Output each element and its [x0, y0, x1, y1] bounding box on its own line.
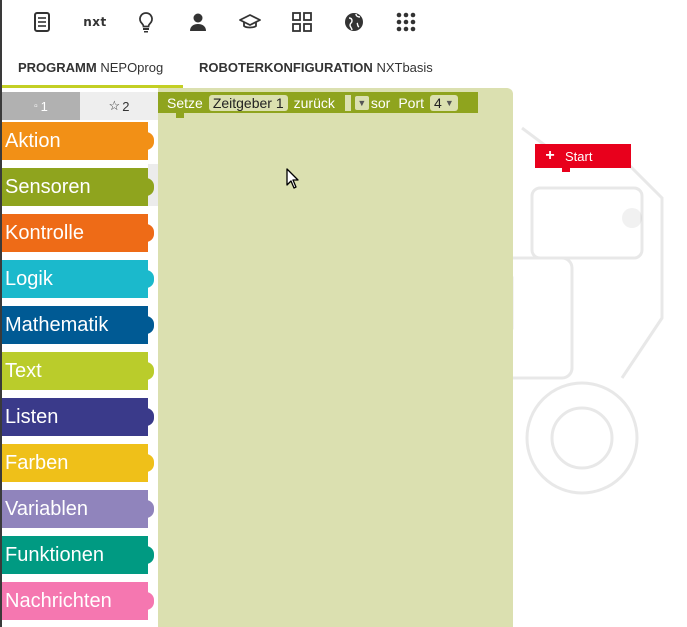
globe-icon[interactable]	[340, 8, 368, 36]
chevron-down-icon: ▼	[444, 97, 454, 108]
category-toolbox: ▫ 1 ☆ 2 Aktion Sensoren Kontrolle Logik	[2, 88, 158, 627]
category-label: Text	[5, 360, 42, 382]
nxt-robot-label: nxt	[83, 15, 107, 29]
tab-program-name: NEPOprog	[100, 60, 164, 75]
blockly-workspace[interactable]: ▫ 1 ☆ 2 Aktion Sensoren Kontrolle Logik	[2, 88, 687, 627]
grid-icon[interactable]	[288, 8, 316, 36]
lightbulb-icon[interactable]	[132, 8, 160, 36]
level-2-tab[interactable]: ☆ 2	[80, 92, 158, 120]
port-value: 4	[434, 94, 442, 111]
category-notch	[142, 592, 154, 610]
category-label: Funktionen	[5, 544, 104, 566]
start-label: Start	[565, 148, 593, 164]
block-flyout	[158, 88, 513, 627]
port-dropdown[interactable]: 4 ▼	[430, 94, 458, 111]
tab-program[interactable]: PROGRAMM NEPOprog	[18, 60, 163, 88]
category-aktion[interactable]: Aktion	[2, 122, 154, 160]
category-label: Logik	[5, 268, 53, 290]
category-variablen[interactable]: Variablen	[2, 490, 154, 528]
top-toolbar: nxt	[2, 0, 687, 44]
category-notch	[142, 408, 154, 426]
category-text[interactable]: Text	[2, 352, 154, 390]
nxt-icon[interactable]: nxt	[80, 8, 110, 36]
editor-tabs: PROGRAMM NEPOprog ROBOTERKONFIGURATION N…	[2, 50, 687, 88]
category-notch	[142, 454, 154, 472]
block-connector	[176, 112, 184, 118]
tab-robot-configuration[interactable]: ROBOTERKONFIGURATION NXTbasis	[199, 60, 433, 88]
document-icon[interactable]	[28, 8, 56, 36]
category-funktionen[interactable]: Funktionen	[2, 536, 154, 574]
block-sensor-label: sor	[370, 94, 391, 111]
category-mathematik[interactable]: Mathematik	[2, 306, 154, 344]
category-label: Farben	[5, 452, 69, 474]
user-icon[interactable]	[184, 8, 212, 36]
level-1-tab[interactable]: ▫ 1	[2, 92, 80, 120]
square-icon: ▫	[34, 100, 38, 112]
category-listen[interactable]: Listen	[2, 398, 154, 436]
category-label: Nachrichten	[5, 590, 112, 612]
category-notch	[142, 224, 154, 242]
tab-config-name: NXTbasis	[376, 60, 433, 75]
category-label: Mathematik	[5, 314, 109, 336]
block-zurueck-label: zurück	[293, 94, 335, 111]
category-notch	[142, 270, 154, 288]
category-nachrichten[interactable]: Nachrichten	[2, 582, 154, 620]
graduation-cap-icon[interactable]	[236, 8, 264, 36]
start-block[interactable]: + Start	[535, 144, 631, 168]
tab-program-type: PROGRAMM	[18, 60, 97, 75]
apps-icon[interactable]	[392, 8, 420, 36]
category-notch	[142, 362, 154, 380]
mouse-cursor-icon	[286, 168, 299, 189]
start-block-connector	[562, 168, 570, 172]
level-tabs: ▫ 1 ☆ 2	[2, 92, 158, 120]
category-label: Listen	[5, 406, 59, 428]
category-sensoren[interactable]: Sensoren	[2, 168, 154, 206]
category-notch	[142, 500, 154, 518]
category-label: Aktion	[5, 130, 61, 152]
plus-icon[interactable]: +	[535, 147, 565, 165]
category-notch	[142, 546, 154, 564]
timer-reset-block[interactable]: Setze Zeitgeber 1 zurück ▼ sor Port 4 ▼	[158, 92, 478, 113]
chevron-down-icon[interactable]: ▼	[354, 95, 369, 110]
category-notch	[142, 132, 154, 150]
category-label: Variablen	[5, 498, 89, 520]
category-notch	[142, 316, 154, 334]
category-label: Sensoren	[5, 176, 91, 198]
level-2-label: 2	[122, 98, 130, 114]
category-logik[interactable]: Logik	[2, 260, 154, 298]
level-1-label: 1	[40, 98, 48, 114]
category-farben[interactable]: Farben	[2, 444, 154, 482]
timer-dropdown[interactable]: Zeitgeber 1	[208, 94, 288, 111]
block-edge	[344, 94, 351, 111]
category-label: Kontrolle	[5, 222, 84, 244]
block-port-label: Port	[398, 94, 425, 111]
block-setze-label: Setze	[167, 94, 203, 111]
star-icon: ☆	[108, 98, 121, 113]
category-kontrolle[interactable]: Kontrolle	[2, 214, 154, 252]
tab-config-type: ROBOTERKONFIGURATION	[199, 60, 373, 75]
